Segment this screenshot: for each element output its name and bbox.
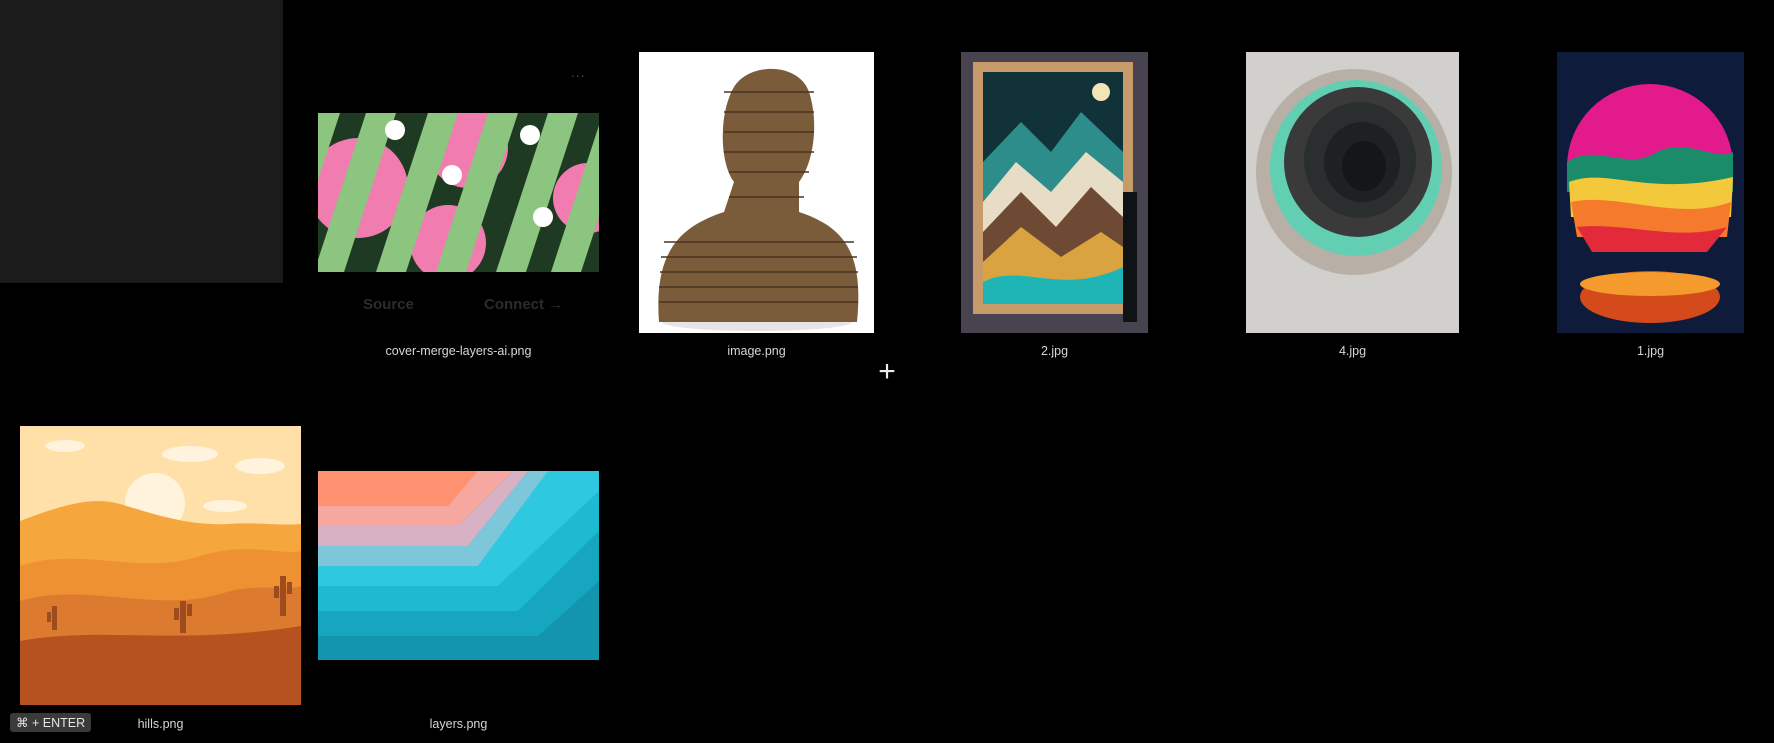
item-caption: 4.jpg <box>1338 344 1367 358</box>
source-link[interactable]: Source <box>363 296 414 313</box>
more-options-icon[interactable]: ... <box>571 64 586 80</box>
item-caption: layers.png <box>429 717 488 731</box>
item-caption: 2.jpg <box>1040 344 1069 358</box>
plus-icon: + <box>878 354 896 388</box>
thumbnail-image[interactable] <box>639 52 874 333</box>
item-caption: 1.jpg <box>1636 344 1665 358</box>
item-caption: image.png <box>727 344 786 358</box>
item-caption: hills.png <box>137 717 184 731</box>
thumbnail-2[interactable] <box>961 52 1148 333</box>
thumbnail-cover-merge-layers[interactable] <box>318 113 599 272</box>
item-caption: cover-merge-layers-ai.png <box>385 344 532 358</box>
add-new-tile[interactable]: + ⌘ + ENTER <box>0 0 896 732</box>
thumbnail-hills[interactable] <box>20 426 301 705</box>
connect-link[interactable]: Connect → <box>484 296 563 313</box>
thumbnail-1[interactable] <box>1557 52 1744 333</box>
thumbnail-4[interactable] <box>1246 52 1459 333</box>
thumbnail-layers[interactable] <box>318 471 599 660</box>
